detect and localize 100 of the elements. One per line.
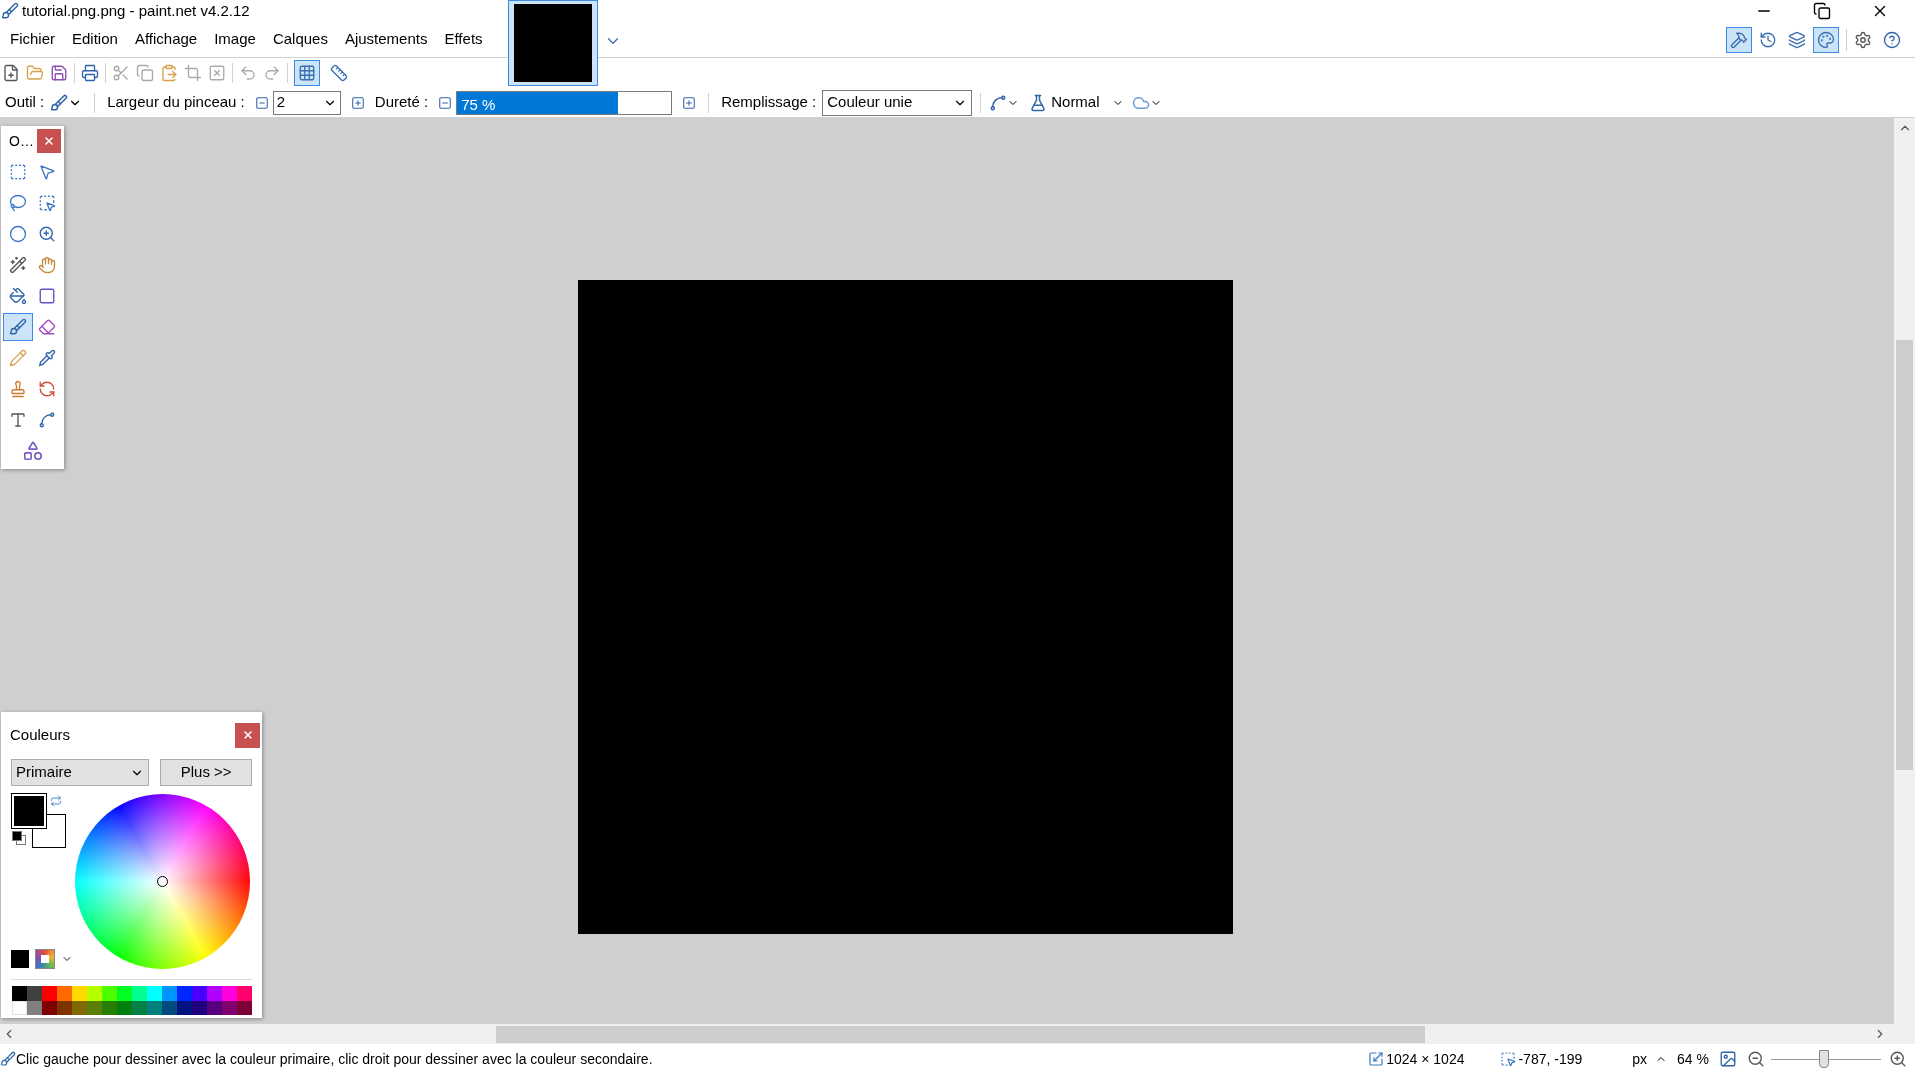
- primary-color-swatch[interactable]: [12, 794, 46, 828]
- hammer-toggle[interactable]: [1726, 26, 1752, 53]
- palette-swatch[interactable]: [207, 986, 222, 1001]
- palette-swatch[interactable]: [222, 1001, 237, 1015]
- save-icon[interactable]: [50, 64, 68, 82]
- menu-item[interactable]: Calques: [266, 26, 334, 53]
- zoom-level: 64 %: [1677, 1049, 1709, 1069]
- palette-swatch[interactable]: [237, 1001, 252, 1015]
- text-icon: [8, 411, 27, 429]
- palette-swatch[interactable]: [72, 1001, 87, 1015]
- blend-mode-dropdown[interactable]: Normal: [1029, 91, 1124, 114]
- palette-swatch[interactable]: [237, 986, 252, 1001]
- cut-icon[interactable]: [112, 64, 130, 82]
- vertical-scrollbar[interactable]: [1894, 118, 1915, 1024]
- palette-swatch[interactable]: [27, 986, 42, 1001]
- palette-swatch[interactable]: [117, 1001, 132, 1015]
- open-folder-icon[interactable]: [26, 64, 44, 82]
- panel-title: O…: [9, 131, 34, 151]
- palette-swatch[interactable]: [162, 986, 177, 1001]
- palette-swatch[interactable]: [57, 986, 72, 1001]
- horizontal-scrollbar[interactable]: [0, 1024, 1915, 1044]
- grid-icon: [298, 64, 316, 82]
- palette-swatch[interactable]: [207, 1001, 222, 1015]
- palette-swatch[interactable]: [42, 986, 57, 1001]
- palette-swatch[interactable]: [132, 986, 147, 1001]
- grid-toggle[interactable]: [294, 60, 320, 86]
- zoom-slider-thumb[interactable]: [1818, 1050, 1829, 1068]
- image-thumbnail-tab[interactable]: [508, 0, 598, 86]
- curve-icon: [38, 411, 57, 429]
- zoom-out-icon[interactable]: [1747, 1050, 1765, 1068]
- minus-icon[interactable]: [254, 95, 269, 110]
- menu-item[interactable]: Affichage: [128, 26, 204, 53]
- units-selector[interactable]: px: [1632, 1048, 1668, 1070]
- undo-icon[interactable]: [239, 64, 257, 82]
- pipette-icon: [38, 349, 57, 367]
- add-color-icon[interactable]: [11, 950, 29, 968]
- crop-icon[interactable]: [184, 64, 202, 82]
- palette-swatch[interactable]: [162, 1001, 177, 1015]
- palette-swatch[interactable]: [12, 1001, 27, 1015]
- palette-swatch[interactable]: [87, 986, 102, 1001]
- tool-label: Outil :: [5, 92, 45, 113]
- reset-colors-icon[interactable]: [12, 831, 26, 845]
- zoom-in-icon[interactable]: [1889, 1050, 1907, 1068]
- palette-swatch[interactable]: [42, 1001, 57, 1015]
- swap-icon[interactable]: [50, 795, 62, 807]
- more-button[interactable]: Plus >>: [160, 759, 252, 786]
- settings-icon[interactable]: [1854, 30, 1872, 49]
- palette-swatch[interactable]: [72, 986, 87, 1001]
- hand-icon: [38, 256, 57, 274]
- palette-swatch[interactable]: [177, 986, 192, 1001]
- palette-swatch[interactable]: [57, 1001, 72, 1015]
- cursor-position-icon: [1500, 1051, 1517, 1067]
- palette-swatch[interactable]: [222, 986, 237, 1001]
- minus-icon[interactable]: [438, 95, 453, 110]
- zoom-slider[interactable]: [1771, 1049, 1881, 1069]
- history-icon: [1759, 30, 1777, 49]
- palette-swatch[interactable]: [102, 1001, 117, 1015]
- brush-icon: [0, 1051, 16, 1067]
- new-file-icon[interactable]: [2, 64, 20, 82]
- restore-icon[interactable]: [1813, 2, 1831, 20]
- deselect-icon[interactable]: [208, 64, 226, 82]
- fill-dropdown[interactable]: Couleur unie: [822, 89, 973, 116]
- palette-swatch[interactable]: [12, 986, 27, 1001]
- menu-item[interactable]: Fichier: [4, 26, 61, 53]
- palette-swatch[interactable]: [147, 986, 162, 1001]
- paste-icon[interactable]: [160, 64, 178, 82]
- palette-icon: [1817, 30, 1835, 49]
- copy-icon[interactable]: [136, 64, 154, 82]
- palette-swatch[interactable]: [87, 1001, 102, 1015]
- palette-swatch[interactable]: [177, 1001, 192, 1015]
- fit-window-icon[interactable]: [1719, 1050, 1737, 1068]
- palette-swatch[interactable]: [27, 1001, 42, 1015]
- brush-tool[interactable]: [3, 313, 33, 341]
- palette-swatch[interactable]: [192, 986, 207, 1001]
- print-icon[interactable]: [81, 64, 99, 82]
- brush-icon: [50, 93, 69, 112]
- menu-item[interactable]: Edition: [66, 26, 124, 53]
- close-button[interactable]: [37, 129, 61, 153]
- redo-icon[interactable]: [263, 64, 281, 82]
- menu-item[interactable]: Effets: [438, 26, 489, 53]
- antialias-dropdown[interactable]: [989, 93, 1020, 112]
- palette-swatch[interactable]: [102, 986, 117, 1001]
- plus-icon[interactable]: [682, 95, 697, 110]
- menu-item[interactable]: Ajustements: [338, 26, 434, 53]
- close-button[interactable]: [235, 722, 260, 748]
- plus-icon[interactable]: [350, 95, 365, 110]
- palette-swatch[interactable]: [117, 986, 132, 1001]
- brush-width-field[interactable]: 2: [272, 90, 341, 115]
- palette-toggle[interactable]: [1813, 26, 1839, 53]
- hardness-slider-fill[interactable]: [457, 91, 618, 114]
- shapes-icon: [21, 440, 44, 462]
- color-mode-dropdown[interactable]: Primaire: [11, 759, 150, 786]
- palette-swatch[interactable]: [147, 1001, 162, 1015]
- stamp-icon: [8, 380, 27, 398]
- menu-item[interactable]: Image: [208, 26, 262, 53]
- palette-icon[interactable]: [35, 949, 55, 969]
- image-size: 1024 × 1024: [1386, 1049, 1465, 1069]
- palette-swatch[interactable]: [132, 1001, 147, 1015]
- palette-swatch[interactable]: [192, 1001, 207, 1015]
- help-icon[interactable]: [1883, 30, 1901, 49]
